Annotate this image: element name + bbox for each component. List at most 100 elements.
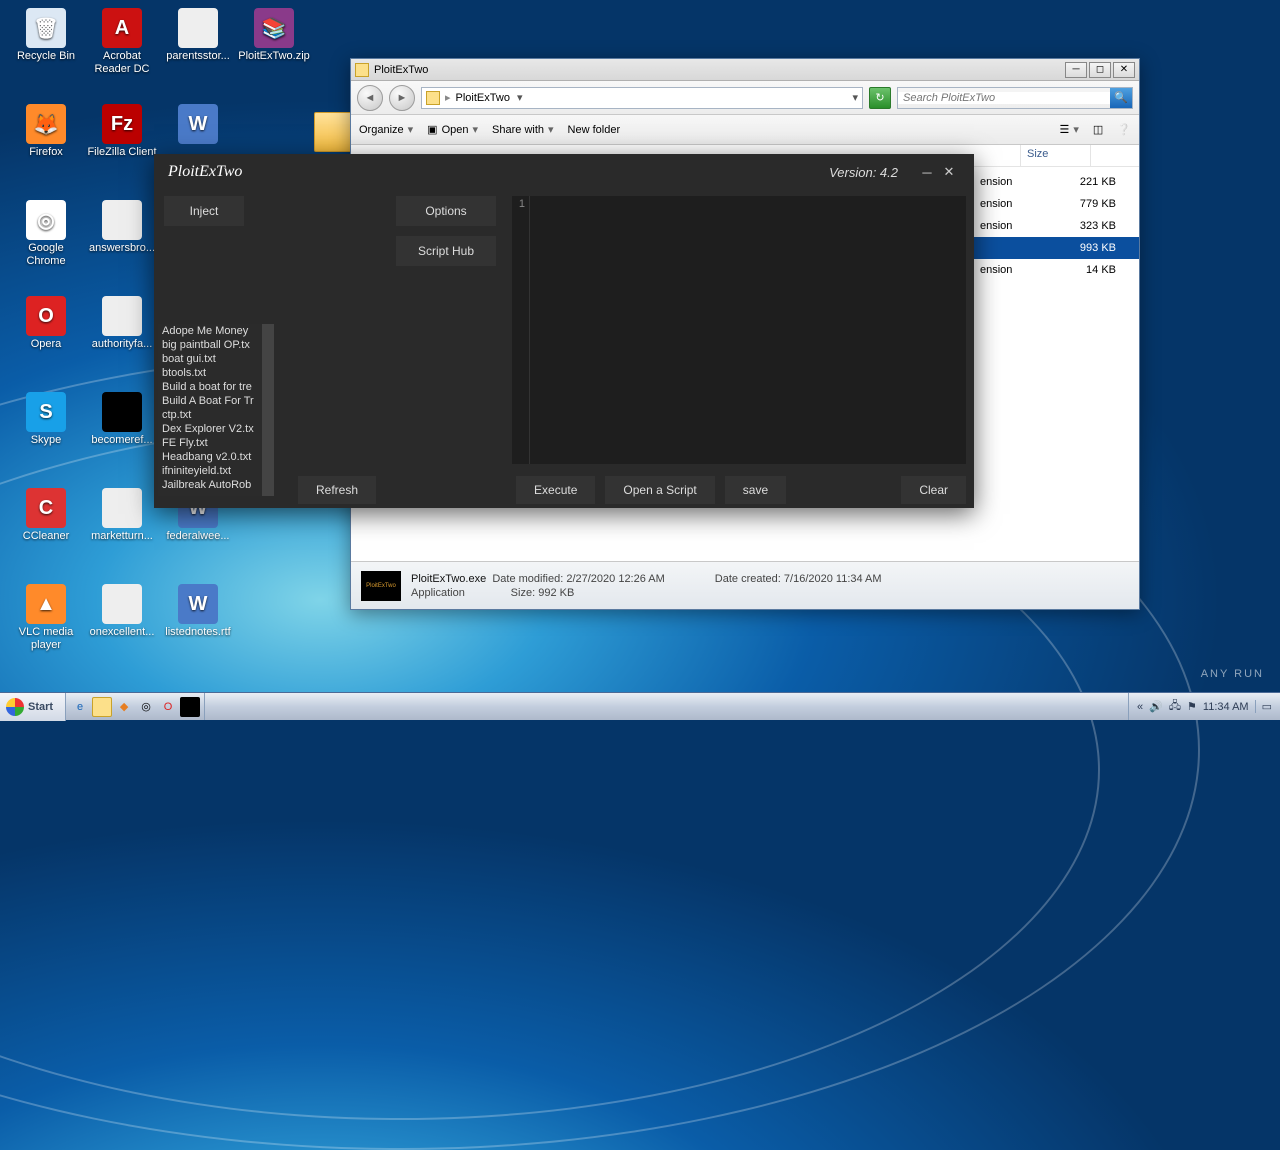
app-icon (178, 8, 218, 48)
options-button[interactable]: Options (396, 196, 496, 226)
close-button[interactable]: ✕ (1113, 62, 1135, 78)
refresh-button[interactable]: ↻ (869, 87, 891, 109)
desktop-icon[interactable]: parentsstor... (160, 8, 236, 63)
open-script-button[interactable]: Open a Script (605, 476, 714, 504)
icon-label: Skype (8, 434, 84, 447)
execute-button[interactable]: Execute (516, 476, 595, 504)
ploit-taskbar-icon[interactable] (180, 697, 200, 717)
script-list-item[interactable]: ctp.txt (158, 408, 262, 422)
line-gutter: 1 (512, 196, 530, 464)
desktop-icon[interactable]: becomeref... (84, 392, 160, 447)
search-box[interactable]: 🔍 (897, 87, 1133, 109)
icon-label: Acrobat Reader DC (84, 50, 160, 76)
explorer-titlebar[interactable]: PloitExTwo ─ ◻ ✕ (351, 59, 1139, 81)
organize-menu[interactable]: Organize ▾ (359, 123, 413, 136)
inject-button[interactable]: Inject (164, 196, 244, 226)
icon-label: PloitExTwo.zip (236, 50, 312, 63)
ie-icon[interactable]: e (70, 697, 90, 717)
desktop-icon[interactable]: onexcellent... (84, 584, 160, 639)
nav-back-button[interactable]: ◄ (357, 85, 383, 111)
desktop-icon[interactable]: ▲VLC media player (8, 584, 84, 652)
desktop-icon[interactable]: CCCleaner (8, 488, 84, 543)
script-list[interactable]: ▲ ▼ Adope Me Moneybig paintball OP.txboa… (158, 324, 274, 496)
view-menu[interactable]: ☰ ▾ (1059, 123, 1078, 136)
breadcrumb[interactable]: PloitExTwo (456, 92, 510, 104)
desktop-icon[interactable]: marketturn... (84, 488, 160, 543)
script-list-item[interactable]: Build a boat for tre (158, 380, 262, 394)
desktop-icon[interactable]: OOpera (8, 296, 84, 351)
script-list-item[interactable]: FE Fly.txt (158, 436, 262, 450)
ploit-titlebar[interactable]: PloitExTwo Version: 4.2 ─ ✕ (154, 154, 974, 190)
tray-expand-icon[interactable]: « (1137, 701, 1143, 713)
clear-button[interactable]: Clear (901, 476, 966, 504)
chrome-icon[interactable]: ◎ (136, 697, 156, 717)
desktop-icon[interactable]: AAcrobat Reader DC (84, 8, 160, 76)
desktop-icon[interactable]: ◎Google Chrome (8, 200, 84, 268)
scroll-up-button[interactable]: ▲ (262, 324, 274, 336)
script-list-item[interactable]: Adope Me Money (158, 324, 262, 338)
window-title: PloitExTwo (374, 64, 1065, 76)
desktop-icon[interactable]: 🗑 Recycle Bin (8, 8, 84, 63)
explorer-icon[interactable] (92, 697, 112, 717)
scripthub-button[interactable]: Script Hub (396, 236, 496, 266)
winamp-icon[interactable]: ◆ (114, 697, 134, 717)
app-icon (102, 488, 142, 528)
start-button[interactable]: Start (0, 693, 66, 721)
script-list-item[interactable]: Jailbreak AutoRob (158, 478, 262, 492)
app-icon: 🗑 (26, 8, 66, 48)
minimize-button[interactable]: ─ (1065, 62, 1087, 78)
desktop-icon[interactable]: 📚 PloitExTwo.zip (236, 8, 312, 63)
search-input[interactable] (898, 92, 1110, 104)
app-icon: A (102, 8, 142, 48)
icon-label: authorityfa... (84, 338, 160, 351)
script-list-item[interactable]: Headbang v2.0.txt (158, 450, 262, 464)
script-list-item[interactable]: Build A Boat For Tr (158, 394, 262, 408)
folder-icon (426, 91, 440, 105)
volume-icon[interactable]: 🔊 (1149, 700, 1163, 713)
search-icon[interactable]: 🔍 (1110, 88, 1132, 108)
desktop-icon[interactable]: answersbro... (84, 200, 160, 255)
desktop-icon[interactable]: authorityfa... (84, 296, 160, 351)
desktop-icon[interactable]: W (160, 104, 236, 146)
script-editor[interactable]: 1 (512, 196, 966, 464)
scrollbar-thumb[interactable] (262, 400, 274, 440)
app-icon: S (26, 392, 66, 432)
desktop-icon[interactable]: Fz FileZilla Client (84, 104, 160, 159)
network-icon[interactable]: 🖧 (1169, 697, 1181, 716)
maximize-button[interactable]: ◻ (1089, 62, 1111, 78)
preview-pane-button[interactable]: ◫ (1093, 123, 1103, 136)
close-button[interactable]: ✕ (938, 162, 960, 182)
opera-icon[interactable]: O (158, 697, 178, 717)
script-list-item[interactable]: Dex Explorer V2.tx (158, 422, 262, 436)
minimize-button[interactable]: ─ (916, 162, 938, 182)
script-list-item[interactable]: boat gui.txt (158, 352, 262, 366)
icon-label: Recycle Bin (8, 50, 84, 63)
refresh-button[interactable]: Refresh (298, 476, 376, 504)
icon-label: answersbro... (84, 242, 160, 255)
script-list-item[interactable]: big paintball OP.tx (158, 338, 262, 352)
nav-forward-button[interactable]: ► (389, 85, 415, 111)
show-desktop-button[interactable]: ▭ (1255, 700, 1272, 713)
script-list-item[interactable]: ifniniteyield.txt (158, 464, 262, 478)
flag-icon[interactable]: ⚑ (1187, 700, 1197, 713)
open-button[interactable]: ▣ Open ▾ (427, 123, 478, 136)
script-list-item[interactable]: btools.txt (158, 366, 262, 380)
address-bar[interactable]: ▸ PloitExTwo ▾ ▾ (421, 87, 863, 109)
save-button[interactable]: save (725, 476, 786, 504)
help-button[interactable]: ❔ (1117, 123, 1131, 136)
icon-label: FileZilla Client (84, 146, 160, 159)
clock[interactable]: 11:34 AM (1203, 701, 1249, 713)
folder-icon (355, 63, 369, 77)
icon-label: federalwee... (160, 530, 236, 543)
app-icon: 📚 (254, 8, 294, 48)
app-icon: Fz (102, 104, 142, 144)
desktop-icon[interactable]: Wlistednotes.rtf (160, 584, 236, 639)
details-pane: PloitExTwo PloitExTwo.exe Date modified:… (351, 561, 1139, 609)
icon-label: VLC media player (8, 626, 84, 652)
scroll-down-button[interactable]: ▼ (262, 484, 274, 496)
desktop-icon[interactable]: 🦊Firefox (8, 104, 84, 159)
column-size[interactable]: Size (1021, 145, 1091, 166)
desktop-icon[interactable]: S Skype (8, 392, 84, 447)
newfolder-button[interactable]: New folder (568, 124, 621, 136)
share-menu[interactable]: Share with ▾ (492, 123, 554, 136)
